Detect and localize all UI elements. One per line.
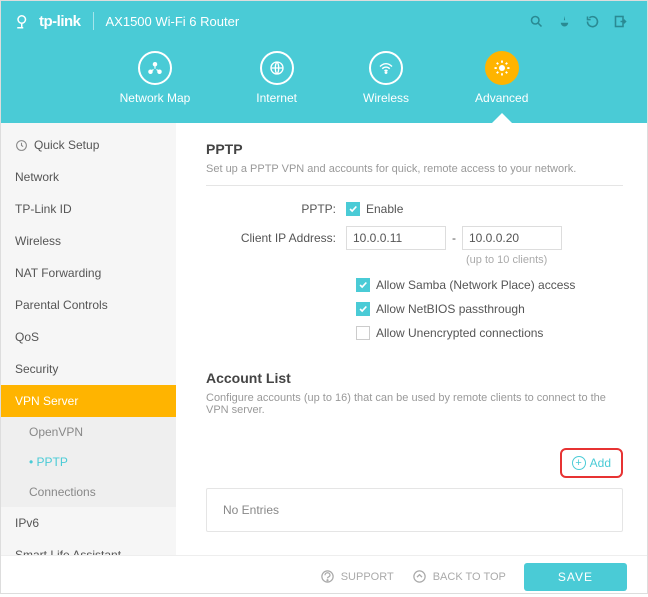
tab-network-map[interactable]: Network Map	[120, 51, 191, 105]
sidebar-item-tplink-id[interactable]: TP-Link ID	[1, 193, 176, 225]
led-icon[interactable]	[551, 8, 577, 34]
sidebar-item-vpn-server[interactable]: VPN Server	[1, 385, 176, 417]
product-name: AX1500 Wi-Fi 6 Router	[106, 14, 240, 29]
tab-advanced[interactable]: Advanced	[475, 51, 528, 105]
sidebar-item-network[interactable]: Network	[1, 161, 176, 193]
sidebar: Quick Setup Network TP-Link ID Wireless …	[1, 123, 176, 555]
checkbox-enable[interactable]	[346, 202, 360, 216]
checkbox-unencrypted[interactable]	[356, 326, 370, 340]
logout-icon[interactable]	[607, 8, 633, 34]
sidebar-item-nat[interactable]: NAT Forwarding	[1, 257, 176, 289]
search-icon[interactable]	[523, 8, 549, 34]
back-to-top-button[interactable]: BACK TO TOP	[412, 569, 506, 584]
checkbox-netbios[interactable]	[356, 302, 370, 316]
section-title-accounts: Account List	[206, 370, 623, 386]
sidebar-item-ipv6[interactable]: IPv6	[1, 507, 176, 539]
section-desc-pptp: Set up a PPTP VPN and accounts for quick…	[206, 163, 623, 186]
reboot-icon[interactable]	[579, 8, 605, 34]
label-pptp: PPTP:	[206, 202, 346, 216]
save-button[interactable]: SAVE	[524, 563, 627, 591]
sidebar-sub-connections[interactable]: Connections	[1, 477, 176, 507]
accounts-table-empty: No Entries	[206, 488, 623, 532]
tab-wireless[interactable]: Wireless	[363, 51, 409, 105]
hint-clients: (up to 10 clients)	[466, 254, 623, 266]
brand-text: tp-link	[39, 13, 81, 30]
label-client-ip: Client IP Address:	[206, 231, 346, 245]
sidebar-item-wireless[interactable]: Wireless	[1, 225, 176, 257]
sidebar-item-smart-life[interactable]: Smart Life Assistant	[1, 539, 176, 555]
sidebar-sub-pptp[interactable]: • PPTP	[1, 447, 176, 477]
sidebar-item-qos[interactable]: QoS	[1, 321, 176, 353]
input-ip-start[interactable]	[346, 226, 446, 250]
sidebar-item-quick-setup[interactable]: Quick Setup	[1, 129, 176, 161]
support-button[interactable]: SUPPORT	[320, 569, 394, 584]
checkbox-samba[interactable]	[356, 278, 370, 292]
sidebar-item-parental[interactable]: Parental Controls	[1, 289, 176, 321]
plus-icon: +	[572, 456, 586, 470]
input-ip-end[interactable]	[462, 226, 562, 250]
sidebar-item-security[interactable]: Security	[1, 353, 176, 385]
tab-internet[interactable]: Internet	[256, 51, 297, 105]
sidebar-sub-openvpn[interactable]: OpenVPN	[1, 417, 176, 447]
brand-logo: tp-link	[15, 12, 81, 30]
section-title-pptp: PPTP	[206, 141, 623, 157]
add-button[interactable]: + Add	[564, 452, 619, 474]
section-desc-accounts: Configure accounts (up to 16) that can b…	[206, 392, 623, 426]
